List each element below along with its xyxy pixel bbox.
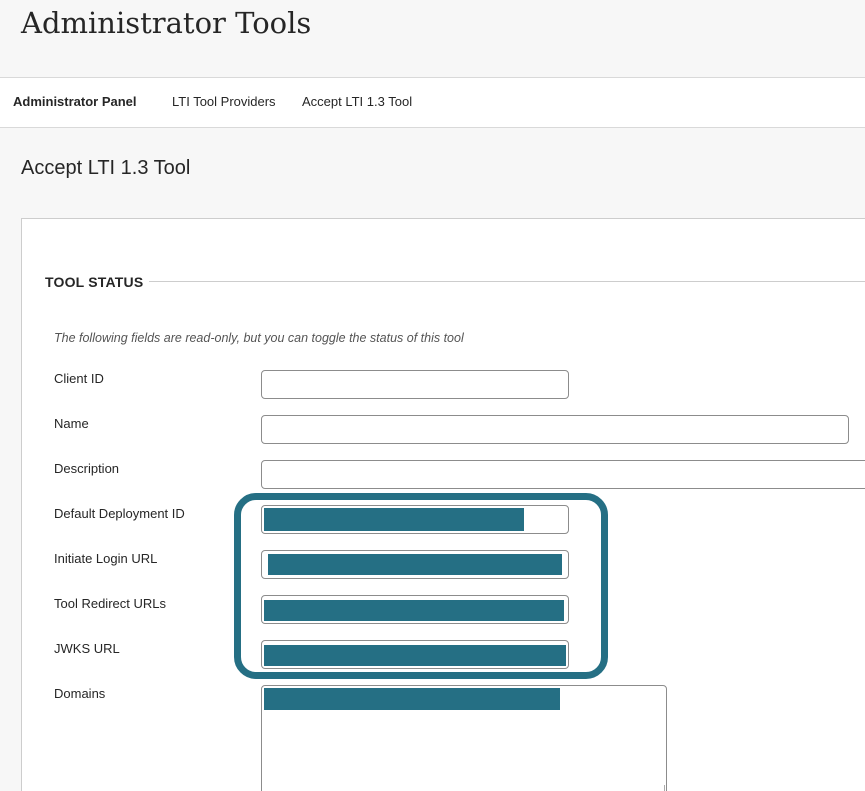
redaction-bar <box>264 688 560 710</box>
nav-item-accept-lti-tool[interactable]: Accept LTI 1.3 Tool <box>302 94 412 109</box>
tool-redirect-urls-field[interactable] <box>261 595 569 624</box>
section-divider <box>149 281 865 282</box>
nav-item-administrator-panel[interactable]: Administrator Panel <box>13 94 137 109</box>
header-title: Administrator Tools <box>21 6 312 40</box>
redaction-bar <box>264 645 566 666</box>
initiate-login-url-label: Initiate Login URL <box>54 551 158 566</box>
redaction-bar <box>264 508 524 531</box>
tool-status-panel: TOOL STATUS The following fields are rea… <box>21 218 865 791</box>
jwks-url-field[interactable] <box>261 640 569 669</box>
breadcrumb-nav: Administrator Panel LTI Tool Providers A… <box>0 78 865 128</box>
page-header: Administrator Tools <box>0 0 865 78</box>
client-id-field[interactable] <box>261 370 569 399</box>
name-label: Name <box>54 416 89 431</box>
tool-redirect-urls-label: Tool Redirect URLs <box>54 596 166 611</box>
page-title: Accept LTI 1.3 Tool <box>21 157 191 179</box>
page: Administrator Tools Administrator Panel … <box>0 0 865 791</box>
nav-item-lti-tool-providers[interactable]: LTI Tool Providers <box>172 94 276 109</box>
section-title: TOOL STATUS <box>45 274 144 290</box>
help-text: The following fields are read-only, but … <box>54 331 464 345</box>
description-label: Description <box>54 461 120 476</box>
main-content: Accept LTI 1.3 Tool TOOL STATUS The foll… <box>0 128 865 791</box>
name-field[interactable] <box>261 415 849 444</box>
domains-textarea[interactable] <box>261 685 667 791</box>
domains-label: Domains <box>54 686 106 701</box>
default-deployment-id-label: Default Deployment ID <box>54 506 185 521</box>
redaction-bar <box>268 554 562 575</box>
default-deployment-id-field[interactable] <box>261 505 569 534</box>
jwks-url-label: JWKS URL <box>54 641 120 656</box>
resize-handle[interactable] <box>657 785 665 791</box>
redaction-bar <box>264 600 564 621</box>
initiate-login-url-field[interactable] <box>261 550 569 579</box>
description-field[interactable] <box>261 460 865 489</box>
client-id-label: Client ID <box>54 371 104 386</box>
